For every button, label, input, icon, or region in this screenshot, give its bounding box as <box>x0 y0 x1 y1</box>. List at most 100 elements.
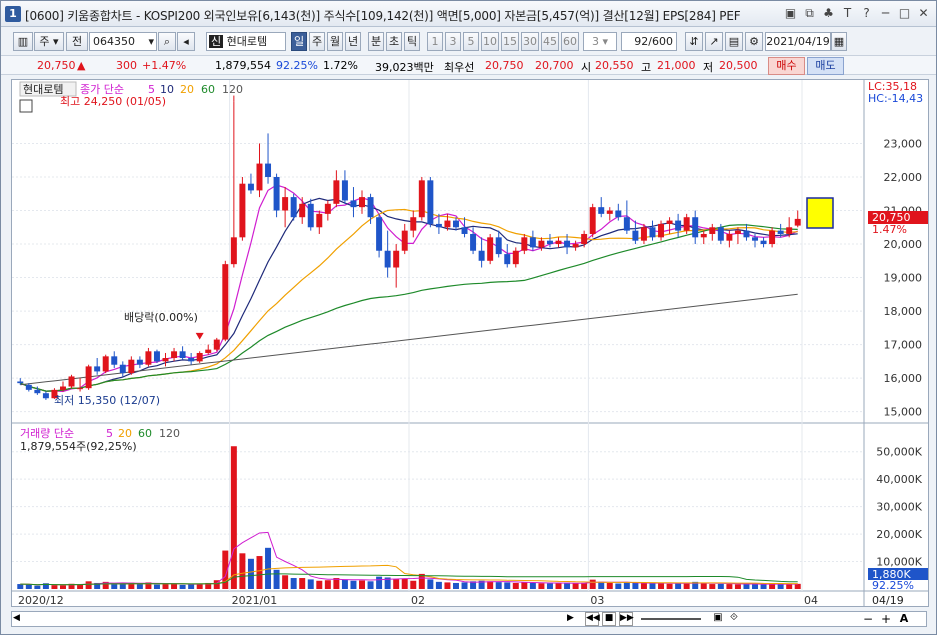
auto-scale-icon[interactable]: A <box>897 612 911 626</box>
window-number: 1 <box>5 6 21 22</box>
period-minute-button[interactable]: 분 <box>368 32 384 51</box>
save-icon[interactable]: ▤ <box>725 32 743 51</box>
volume-bar <box>316 580 323 589</box>
zoom-fit-icon[interactable]: ⟐ <box>727 612 741 626</box>
candle-body <box>692 217 699 238</box>
settings-gear-icon[interactable]: ⚙ <box>745 32 763 51</box>
high-price: 21,000 <box>657 59 696 72</box>
candle-body <box>649 227 656 238</box>
interval-5-button[interactable]: 5 <box>463 32 479 51</box>
zoom-slider[interactable] <box>641 618 701 620</box>
screen-icon[interactable]: ▣ <box>782 5 799 22</box>
new-badge: 신 <box>209 35 224 48</box>
candle-body <box>94 366 101 372</box>
open-price: 20,550 <box>595 59 634 72</box>
prev-stock-icon[interactable]: ◂ <box>177 32 195 51</box>
text-icon[interactable]: T <box>839 5 856 22</box>
indicator-icon[interactable]: ⇵ <box>685 32 703 51</box>
grid-lines <box>12 80 864 591</box>
data-count-field[interactable]: 92/600 <box>621 32 677 51</box>
period-second-button[interactable]: 초 <box>386 32 402 51</box>
candle-body <box>504 254 511 265</box>
volume-bar <box>709 584 716 589</box>
period-tick-button[interactable]: 틱 <box>404 32 420 51</box>
x-tick-label: 03 <box>590 594 604 606</box>
zoom-in-icon[interactable]: + <box>879 612 893 626</box>
volume-tick-label: 50,000K <box>876 446 922 459</box>
interval-15-button[interactable]: 15 <box>501 32 519 51</box>
candle-body <box>640 227 647 241</box>
help-icon[interactable]: ? <box>858 5 875 22</box>
period-month-button[interactable]: 월 <box>327 32 343 51</box>
stock-name-field[interactable]: 신 현대로템 <box>206 32 286 51</box>
interval-45-button[interactable]: 45 <box>541 32 559 51</box>
chart-svg[interactable]: 23,00022,00021,00020,00019,00018,00017,0… <box>12 80 928 607</box>
forward-icon[interactable]: ▶▶ <box>619 612 634 626</box>
period-select[interactable]: 주 ▾ <box>34 32 64 51</box>
stop-icon[interactable]: ■ <box>602 612 616 626</box>
stock-code-input[interactable]: 064350 ▾ <box>89 32 157 51</box>
candle-body <box>136 359 143 365</box>
price-tick-label: 17,000 <box>884 339 923 352</box>
x-axis-right-label: 04/19 <box>872 594 904 606</box>
candle-body <box>230 237 237 265</box>
chart-area[interactable]: 23,00022,00021,00020,00019,00018,00017,0… <box>11 79 929 607</box>
grid-toggle-icon[interactable] <box>19 99 33 113</box>
volume-bar <box>247 558 254 589</box>
scroll-bar[interactable]: ◀ ▶ ◀◀ ■ ▶▶ ▣ ⟐ − + A <box>11 609 929 629</box>
minimize-icon[interactable]: ─ <box>877 5 894 22</box>
scroll-right-icon[interactable]: ▶ <box>567 613 581 625</box>
interval-60-button[interactable]: 60 <box>561 32 579 51</box>
x-tick-label: 2020/12 <box>18 594 64 606</box>
interval-3-button[interactable]: 3 <box>445 32 461 51</box>
volume-bar <box>17 584 24 589</box>
interval-10-button[interactable]: 10 <box>481 32 499 51</box>
interval-1-button[interactable]: 1 <box>427 32 443 51</box>
candle-body <box>188 358 195 362</box>
tool-icon[interactable]: ↗ <box>705 32 723 51</box>
period-day-button[interactable]: 일 <box>291 32 307 51</box>
scroll-left-icon[interactable]: ◀ <box>13 613 27 625</box>
rewind-icon[interactable]: ◀◀ <box>585 612 600 626</box>
price-tick-label: 20,000 <box>884 238 923 251</box>
candle-body <box>111 356 118 365</box>
type-select[interactable]: 전 <box>66 32 88 51</box>
sell-button[interactable]: 매도 <box>807 57 844 75</box>
date-input[interactable]: 2021/04/19 <box>765 32 831 51</box>
interval-select[interactable]: 3 ▾ <box>583 32 617 51</box>
search-icon[interactable]: ⌕ <box>158 32 176 51</box>
period-year-button[interactable]: 년 <box>345 32 361 51</box>
price-tick-label: 15,000 <box>884 406 923 419</box>
calendar-icon[interactable]: ▦ <box>831 32 847 51</box>
scroll-track[interactable] <box>11 611 927 627</box>
legend-ma20: 20 <box>180 83 194 96</box>
candle-body <box>478 250 485 261</box>
interval-30-button[interactable]: 30 <box>521 32 539 51</box>
candle-body <box>162 358 169 362</box>
period-week-button[interactable]: 주 <box>309 32 325 51</box>
title-bar[interactable]: 1 [0600] 키움종합차트 - KOSPI200 외국인보유[6,143(천… <box>1 1 936 27</box>
candle-body <box>171 351 178 359</box>
copy-window-icon[interactable]: ⧉ <box>801 5 818 22</box>
candle-body <box>359 197 366 208</box>
candle-body <box>324 203 331 214</box>
candle-body <box>196 352 203 362</box>
zoom-out-icon[interactable]: − <box>861 612 875 626</box>
candle-body <box>487 237 494 261</box>
candle-body <box>470 233 477 251</box>
volume-bar <box>632 582 639 589</box>
volume-bar <box>273 569 280 589</box>
volume-bar <box>589 579 596 589</box>
close-icon[interactable]: ✕ <box>915 5 932 22</box>
volume-bar <box>359 580 366 589</box>
maximize-icon[interactable]: □ <box>896 5 913 22</box>
volume-bar <box>341 579 348 589</box>
chevron-down-icon[interactable]: ▾ <box>148 33 154 50</box>
zoom-reset-icon[interactable]: ▣ <box>711 612 725 626</box>
buy-button[interactable]: 매수 <box>768 57 805 75</box>
candle-body <box>623 217 630 231</box>
favorite-icon[interactable]: ♣ <box>820 5 837 22</box>
volume-bar <box>401 578 408 589</box>
candle-body <box>384 250 391 268</box>
layout-icon[interactable]: ▥ <box>13 32 33 51</box>
